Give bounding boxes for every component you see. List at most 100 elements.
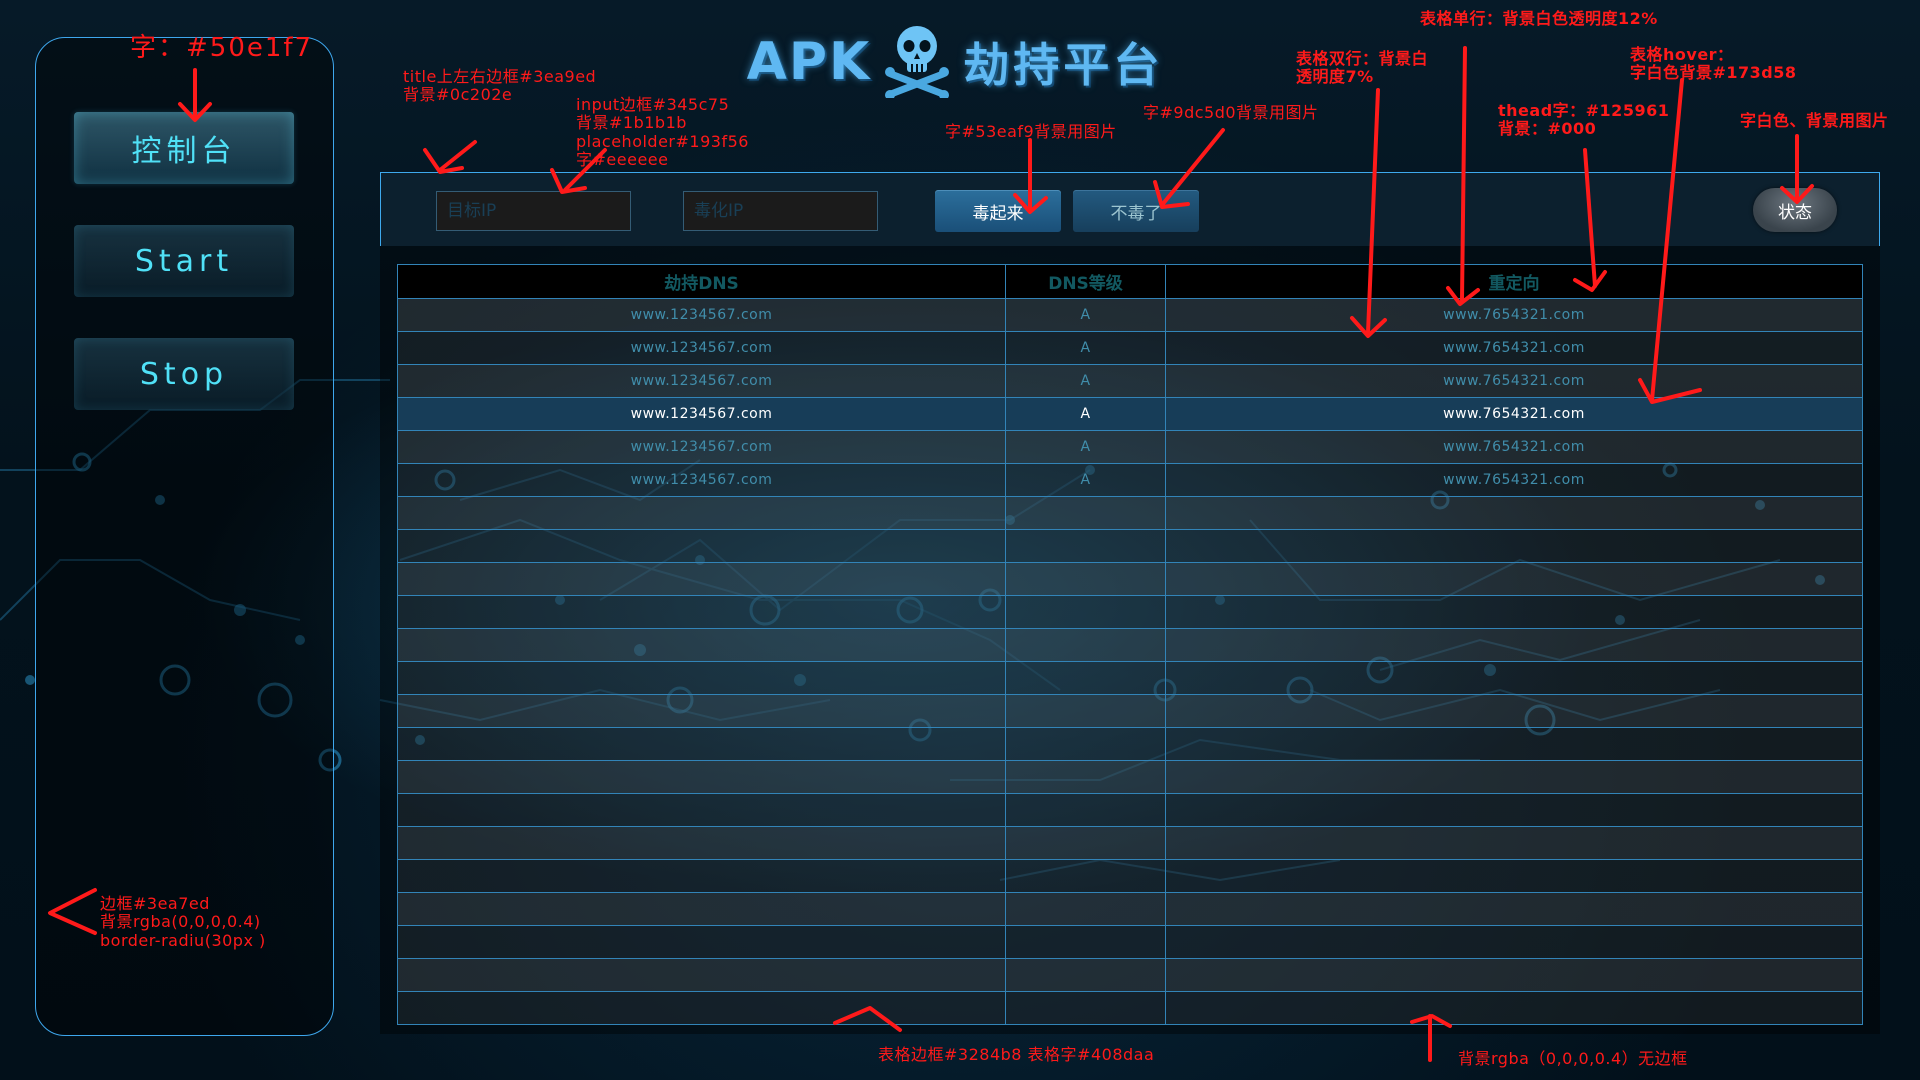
annotation-thead: thead字：#125961 背景：#000 bbox=[1498, 101, 1670, 139]
table-row[interactable] bbox=[397, 958, 1863, 992]
title-apk-text: APK bbox=[746, 32, 872, 92]
cell-hijack-dns bbox=[397, 760, 1006, 794]
cell-dns-level bbox=[1005, 925, 1166, 959]
cell-dns-level bbox=[1005, 562, 1166, 596]
annotation-poison-button: 字#53eaf9背景用图片 bbox=[945, 122, 1117, 141]
poison-button[interactable]: 毒起来 bbox=[935, 190, 1061, 232]
console-button[interactable]: 控制台 bbox=[74, 112, 294, 184]
cell-hijack-dns bbox=[397, 925, 1006, 959]
cell-dns-level: A bbox=[1005, 331, 1166, 365]
stop-button[interactable]: Stop bbox=[74, 338, 294, 410]
sidebar: 控制台 Start Stop bbox=[35, 37, 334, 1036]
table-header-row: 劫持DNS DNS等级 重定向 bbox=[397, 264, 1863, 299]
table-row[interactable]: www.1234567.com Awww.7654321.com bbox=[397, 331, 1863, 365]
table-row[interactable] bbox=[397, 892, 1863, 926]
cell-hijack-dns bbox=[397, 892, 1006, 926]
target-ip-input[interactable] bbox=[436, 191, 631, 231]
cell-redirect bbox=[1165, 859, 1863, 893]
cell-redirect bbox=[1165, 496, 1863, 530]
table-row[interactable] bbox=[397, 694, 1863, 728]
cell-hijack-dns bbox=[397, 529, 1006, 563]
header-dns-level: DNS等级 bbox=[1005, 264, 1166, 299]
dns-table: 劫持DNS DNS等级 重定向 www.1234567.com Awww.7654… bbox=[397, 264, 1863, 1025]
annotation-table-border: 表格边框#3284b8 表格字#408daa bbox=[878, 1045, 1155, 1064]
cell-dns-level bbox=[1005, 529, 1166, 563]
table-row[interactable] bbox=[397, 793, 1863, 827]
cell-redirect bbox=[1165, 958, 1863, 992]
cell-dns-level bbox=[1005, 694, 1166, 728]
cell-redirect bbox=[1165, 661, 1863, 695]
cell-dns-level bbox=[1005, 628, 1166, 662]
cell-redirect bbox=[1165, 562, 1863, 596]
table-row[interactable] bbox=[397, 826, 1863, 860]
cell-hijack-dns bbox=[397, 859, 1006, 893]
table-row[interactable] bbox=[397, 628, 1863, 662]
cell-redirect bbox=[1165, 826, 1863, 860]
header-redirect: 重定向 bbox=[1165, 264, 1863, 299]
annotation-toolbar-border: title上左右边框#3ea9ed 背景#0c202e bbox=[403, 67, 597, 105]
table-row[interactable]: www.1234567.com Awww.7654321.com bbox=[397, 430, 1863, 464]
table-row[interactable] bbox=[397, 925, 1863, 959]
start-button[interactable]: Start bbox=[74, 225, 294, 297]
table-row[interactable]: www.1234567.com Awww.7654321.com bbox=[397, 463, 1863, 497]
annotation-single-row: 表格单行：背景白色透明度12% bbox=[1420, 9, 1658, 28]
annotation-unpoison-button: 字#9dc5d0背景用图片 bbox=[1143, 103, 1319, 122]
toolbar: 毒起来 不毒了 状态 bbox=[380, 172, 1880, 246]
cell-hijack-dns bbox=[397, 694, 1006, 728]
table-row[interactable]: www.1234567.com Awww.7654321.com bbox=[397, 397, 1863, 431]
annotation-double-row: 表格双行：背景白 透明度7% bbox=[1296, 49, 1429, 87]
cell-hijack-dns bbox=[397, 991, 1006, 1025]
cell-dns-level bbox=[1005, 892, 1166, 926]
cell-hijack-dns bbox=[397, 661, 1006, 695]
cell-dns-level: A bbox=[1005, 298, 1166, 332]
table-row[interactable] bbox=[397, 595, 1863, 629]
cell-redirect bbox=[1165, 727, 1863, 761]
cell-dns-level bbox=[1005, 727, 1166, 761]
table-row[interactable] bbox=[397, 859, 1863, 893]
table-row[interactable]: www.1234567.com Awww.7654321.com bbox=[397, 364, 1863, 398]
table-row[interactable]: www.1234567.com Awww.7654321.com bbox=[397, 298, 1863, 332]
cell-hijack-dns bbox=[397, 793, 1006, 827]
table-row[interactable] bbox=[397, 562, 1863, 596]
table-row[interactable] bbox=[397, 760, 1863, 794]
cell-hijack-dns: www.1234567.com bbox=[397, 298, 1006, 332]
app-title: APK 劫持平台 bbox=[735, 22, 1175, 102]
table-row[interactable] bbox=[397, 529, 1863, 563]
cell-redirect: www.7654321.com bbox=[1165, 331, 1863, 365]
cell-dns-level bbox=[1005, 760, 1166, 794]
table-row[interactable] bbox=[397, 661, 1863, 695]
cell-dns-level bbox=[1005, 595, 1166, 629]
cell-hijack-dns bbox=[397, 628, 1006, 662]
annotation-status-button: 字白色、背景用图片 bbox=[1740, 111, 1889, 130]
cell-redirect: www.7654321.com bbox=[1165, 463, 1863, 497]
status-button[interactable]: 状态 bbox=[1753, 188, 1837, 232]
cell-hijack-dns bbox=[397, 562, 1006, 596]
cell-redirect: www.7654321.com bbox=[1165, 430, 1863, 464]
cell-redirect bbox=[1165, 892, 1863, 926]
cell-hijack-dns bbox=[397, 826, 1006, 860]
table-row[interactable] bbox=[397, 991, 1863, 1025]
cell-hijack-dns: www.1234567.com bbox=[397, 397, 1006, 431]
cell-dns-level bbox=[1005, 859, 1166, 893]
table-row[interactable] bbox=[397, 496, 1863, 530]
cell-hijack-dns bbox=[397, 595, 1006, 629]
cell-redirect bbox=[1165, 595, 1863, 629]
unpoison-button[interactable]: 不毒了 bbox=[1073, 190, 1199, 232]
cell-dns-level: A bbox=[1005, 364, 1166, 398]
cell-hijack-dns: www.1234567.com bbox=[397, 364, 1006, 398]
cell-redirect bbox=[1165, 628, 1863, 662]
poison-ip-input[interactable] bbox=[683, 191, 878, 231]
cell-redirect: www.7654321.com bbox=[1165, 397, 1863, 431]
annotation-sidebar-text-color: 字：#50e1f7 bbox=[130, 33, 314, 63]
annotation-panel-bg: 背景rgba（0,0,0,0.4）无边框 bbox=[1458, 1049, 1688, 1068]
cell-dns-level bbox=[1005, 793, 1166, 827]
annotation-sidebar-box: 边框#3ea7ed 背景rgba(0,0,0,0.4) border-radiu… bbox=[100, 894, 266, 950]
cell-redirect bbox=[1165, 925, 1863, 959]
cell-redirect bbox=[1165, 760, 1863, 794]
annotation-input-style: input边框#345c75 背景#1b1b1b placeholder#193… bbox=[576, 95, 749, 170]
skull-crossbones-icon bbox=[883, 22, 951, 102]
table-row[interactable] bbox=[397, 727, 1863, 761]
cell-redirect bbox=[1165, 793, 1863, 827]
cell-dns-level bbox=[1005, 958, 1166, 992]
cell-dns-level: A bbox=[1005, 397, 1166, 431]
